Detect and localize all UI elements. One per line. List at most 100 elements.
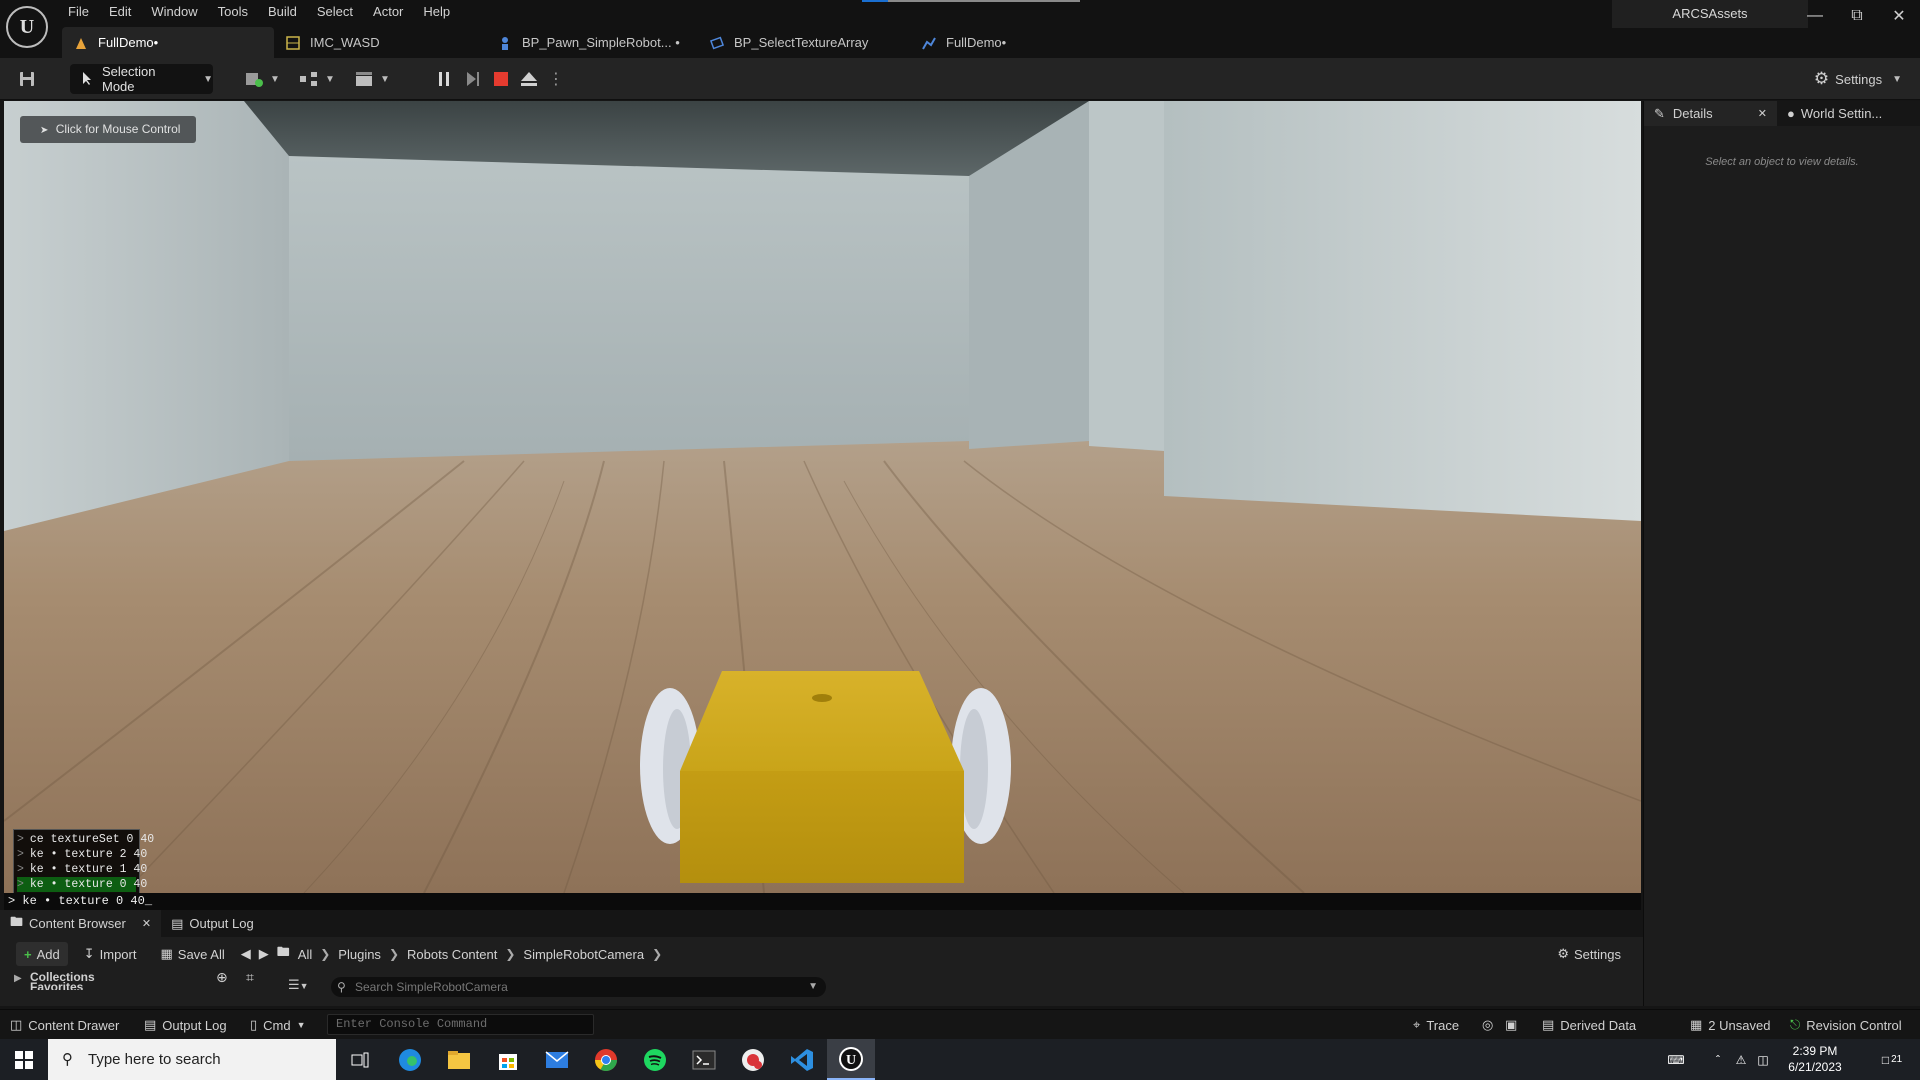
restore-button[interactable]: ⧉ [1836, 0, 1878, 32]
tab-world-label: World Settin... [1800, 106, 1883, 121]
settings-button[interactable]: ⚙ Settings ▼ [1810, 64, 1906, 94]
menu-file[interactable]: File [58, 0, 99, 24]
log-icon: ▤ [171, 915, 184, 931]
chevron-right-icon[interactable]: ❯ [505, 947, 515, 961]
console-command-input[interactable]: Enter Console Command [327, 1014, 594, 1035]
collections-section[interactable]: ▶ Collections Favorites ⊕ ⌗ [14, 969, 272, 1001]
chevron-right-icon[interactable]: ▶ [14, 973, 22, 984]
cinematics-menu-button[interactable]: ▼ [352, 64, 392, 94]
tab-imc-wasd[interactable]: IMC_WASD [274, 27, 486, 58]
mail-icon[interactable] [533, 1039, 581, 1080]
unreal-logo-icon[interactable]: U [6, 6, 48, 48]
taskbar-clock[interactable]: 2:39 PM 6/21/2023 [1780, 1043, 1850, 1075]
menu-actor[interactable]: Actor [363, 0, 413, 24]
task-view-icon[interactable] [336, 1039, 384, 1080]
taskbar-search-box[interactable]: ⚲ Type here to search [48, 1039, 336, 1080]
save-all-button[interactable]: ▦ Save All [152, 942, 232, 966]
menu-window[interactable]: Window [141, 0, 207, 24]
history-back-icon[interactable]: ◀ [241, 946, 251, 962]
history-item[interactable]: > ce textureSet 0 40 [17, 832, 154, 847]
close-icon[interactable]: ✕ [1758, 107, 1767, 120]
tab-fulldemo-level[interactable]: FullDemo• [62, 27, 274, 58]
store-icon[interactable] [484, 1039, 532, 1080]
breadcrumb-plugins[interactable]: Plugins [338, 947, 381, 962]
close-icon[interactable]: ✕ [142, 917, 151, 930]
chevron-right-icon[interactable]: ❯ [389, 947, 399, 961]
play-options-icon[interactable]: ⋮ [548, 64, 564, 94]
menu-tools[interactable]: Tools [208, 0, 258, 24]
breadcrumb-simplerobotcamera[interactable]: SimpleRobotCamera [523, 947, 644, 962]
history-forward-icon[interactable]: ▶ [259, 946, 269, 962]
tab-bp-pawn[interactable]: BP_Pawn_SimpleRobot... • [486, 27, 698, 58]
tab-fulldemo-sequence[interactable]: FullDemo• [910, 27, 1060, 58]
chrome-icon[interactable] [582, 1039, 630, 1080]
menu-edit[interactable]: Edit [99, 0, 141, 24]
edge-icon[interactable] [386, 1039, 434, 1080]
windows-start-icon[interactable] [0, 1039, 48, 1080]
selection-mode-dropdown[interactable]: Selection Mode ▼ [70, 64, 213, 94]
menu-select[interactable]: Select [307, 0, 363, 24]
clock-time: 2:39 PM [1792, 1044, 1838, 1058]
add-collection-icon[interactable]: ⊕ [216, 969, 228, 986]
content-browser-settings-button[interactable]: ⚙ Settings [1549, 942, 1629, 966]
menu-help[interactable]: Help [413, 0, 460, 24]
breadcrumb-robots-content[interactable]: Robots Content [407, 947, 497, 962]
content-drawer-button[interactable]: ◫ Content Drawer [10, 1010, 119, 1040]
tab-details[interactable]: ✎ Details ✕ [1644, 101, 1777, 126]
pause-button[interactable] [432, 64, 456, 94]
app-notification-icon[interactable] [729, 1039, 777, 1080]
derived-data-button[interactable]: ▤ Derived Data [1542, 1010, 1636, 1040]
minimize-button[interactable]: — [1794, 0, 1836, 32]
mouse-hint-label: Click for Mouse Control [55, 122, 181, 136]
unreal-editor-taskbar-icon[interactable]: U [827, 1039, 875, 1080]
network-icon[interactable]: ◫ [1752, 1039, 1774, 1080]
menu-build[interactable]: Build [258, 0, 307, 24]
tab-output-log[interactable]: ▤ Output Log [161, 910, 264, 937]
record-icon[interactable]: ◎ [1482, 1010, 1493, 1040]
history-item[interactable]: > ke • texture 1 40 [17, 862, 147, 877]
keyboard-icon[interactable]: ⌨ [1662, 1039, 1690, 1080]
eject-button[interactable] [516, 64, 542, 94]
import-button[interactable]: ↧ Import [76, 942, 145, 966]
spotify-icon[interactable] [631, 1039, 679, 1080]
history-item-selected[interactable]: > ke • texture 0 40 [17, 877, 147, 892]
network-alert-icon[interactable]: ⚠ [1730, 1039, 1752, 1080]
chevron-right-icon[interactable]: ❯ [652, 947, 662, 961]
chevron-up-icon[interactable]: ˆ [1708, 1039, 1728, 1080]
history-item[interactable]: > ke • texture 2 40 [17, 847, 147, 862]
terminal-icon[interactable] [680, 1039, 728, 1080]
chevron-down-icon[interactable]: ▼ [808, 977, 818, 997]
tab-world-settings[interactable]: ● World Settin... [1777, 101, 1892, 126]
save-icon[interactable] [12, 64, 42, 94]
trace-button[interactable]: ⌖ Trace [1413, 1010, 1459, 1040]
stop-button[interactable] [488, 64, 514, 94]
vscode-icon[interactable] [778, 1039, 826, 1080]
level-viewport[interactable]: ➤ Click for Mouse Control > ce textureSet… [4, 101, 1641, 893]
chevron-right-icon[interactable]: ❯ [320, 947, 330, 961]
tab-bp-select-texture[interactable]: BP_SelectTextureArray [698, 27, 910, 58]
content-search-input[interactable]: ⚲ Search SimpleRobotCamera ▼ [331, 977, 826, 997]
add-actor-button[interactable]: ▼ [242, 64, 282, 94]
add-button[interactable]: + Add [16, 942, 68, 966]
screenshot-icon[interactable]: ▣ [1505, 1010, 1517, 1040]
close-window-button[interactable]: ✕ [1878, 0, 1920, 32]
mouse-control-hint[interactable]: ➤ Click for Mouse Control [20, 116, 197, 143]
output-log-button[interactable]: ▤ Output Log [144, 1010, 227, 1040]
file-explorer-icon[interactable] [435, 1039, 483, 1080]
unsaved-button[interactable]: ▦ 2 Unsaved [1690, 1010, 1770, 1040]
level-sequence-icon [922, 36, 936, 50]
collection-options-icon[interactable]: ⌗ [246, 969, 254, 986]
frame-skip-button[interactable] [460, 64, 486, 94]
trace-label: Trace [1426, 1017, 1460, 1033]
folder-icon: 🖿 [10, 913, 24, 929]
notification-center-button[interactable]: □ 21 [1874, 1039, 1910, 1080]
revision-control-button[interactable]: ⎋ Revision Control [1790, 1010, 1902, 1040]
blueprint-icon [709, 36, 725, 50]
console-input-line[interactable]: > ke • texture 0 40_ [4, 893, 1641, 910]
tab-content-browser[interactable]: 🖿 Content Browser ✕ [0, 910, 162, 937]
output-log-label: Output Log [162, 1017, 227, 1033]
breadcrumb-all[interactable]: All [298, 947, 312, 962]
cmd-dropdown[interactable]: ▯ Cmd ▼ [250, 1010, 306, 1040]
blueprint-menu-button[interactable]: ▼ [297, 64, 337, 94]
filter-icon[interactable]: ☰▼ [288, 977, 309, 993]
